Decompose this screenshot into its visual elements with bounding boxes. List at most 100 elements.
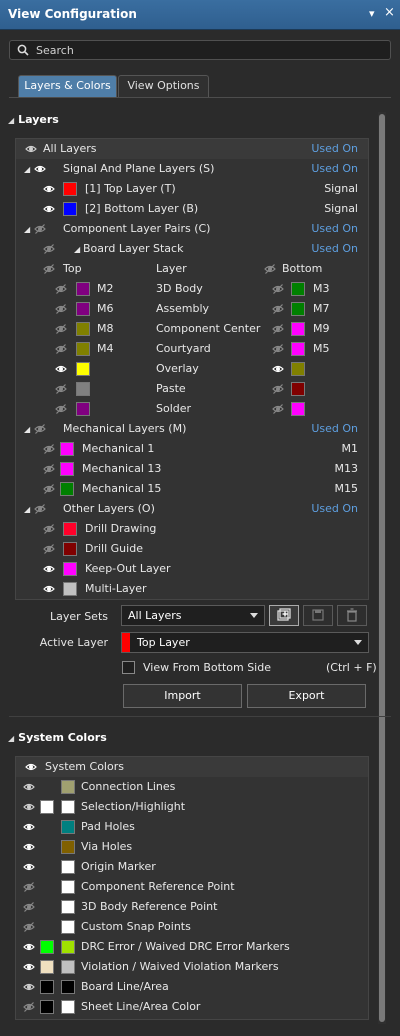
primary-color-swatch[interactable]	[40, 1000, 54, 1014]
top-eye-icon[interactable]	[55, 283, 67, 295]
eye-icon[interactable]	[23, 981, 35, 993]
layer-pair-row[interactable]: Solder	[16, 399, 368, 419]
top-eye-icon[interactable]	[55, 363, 67, 375]
color-swatch[interactable]	[291, 322, 305, 336]
top-eye-icon[interactable]	[43, 263, 55, 275]
color-swatch[interactable]	[291, 402, 305, 416]
secondary-color-swatch[interactable]	[61, 940, 75, 954]
eye-icon[interactable]	[34, 503, 46, 515]
color-swatch[interactable]	[60, 462, 74, 476]
secondary-color-swatch[interactable]	[61, 840, 75, 854]
color-swatch[interactable]	[60, 482, 74, 496]
color-swatch[interactable]	[291, 342, 305, 356]
bottom-eye-icon[interactable]	[272, 343, 284, 355]
eye-icon[interactable]	[23, 881, 35, 893]
collapse-triangle-icon[interactable]: ◢	[74, 245, 80, 254]
system-colors-header-row[interactable]: System Colors	[16, 757, 368, 777]
tab-view-options[interactable]: View Options	[118, 75, 209, 97]
color-swatch[interactable]	[76, 382, 90, 396]
system-color-row[interactable]: Custom Snap Points	[16, 917, 368, 937]
mech-layer-row[interactable]: Mechanical 13 M13	[16, 459, 368, 479]
eye-icon[interactable]	[23, 1001, 35, 1013]
eye-icon[interactable]	[43, 563, 55, 575]
color-swatch[interactable]	[63, 542, 77, 556]
used-on-link[interactable]: Used On	[311, 222, 358, 235]
bottom-eye-icon[interactable]	[272, 403, 284, 415]
system-color-row[interactable]: Board Line/Area	[16, 977, 368, 997]
color-swatch[interactable]	[63, 202, 77, 216]
secondary-color-swatch[interactable]	[61, 880, 75, 894]
system-color-row[interactable]: Connection Lines	[16, 777, 368, 797]
used-on-link[interactable]: Used On	[311, 142, 358, 155]
system-color-row[interactable]: Selection/Highlight	[16, 797, 368, 817]
bottom-eye-icon[interactable]	[272, 323, 284, 335]
top-eye-icon[interactable]	[55, 323, 67, 335]
search-input[interactable]: Search	[9, 40, 391, 60]
bottom-eye-icon[interactable]	[272, 363, 284, 375]
eye-icon[interactable]	[43, 203, 55, 215]
other-layer-row[interactable]: Drill Drawing	[16, 519, 368, 539]
eye-icon[interactable]	[25, 143, 37, 155]
color-swatch[interactable]	[291, 282, 305, 296]
signal-layer-row[interactable]: [2] Bottom Layer (B) Signal	[16, 199, 368, 219]
eye-icon[interactable]	[34, 163, 46, 175]
mech-layer-row[interactable]: Mechanical 1 M1	[16, 439, 368, 459]
delete-layer-set-button[interactable]	[337, 605, 367, 626]
eye-icon[interactable]	[43, 183, 55, 195]
view-from-bottom-checkbox[interactable]	[122, 661, 135, 674]
color-swatch[interactable]	[76, 322, 90, 336]
signal-group-row[interactable]: ◢ Signal And Plane Layers (S) Used On	[16, 159, 368, 179]
eye-icon[interactable]	[23, 841, 35, 853]
layer-pair-row[interactable]: Paste	[16, 379, 368, 399]
primary-color-swatch[interactable]	[40, 980, 54, 994]
used-on-link[interactable]: Used On	[311, 242, 358, 255]
other-layer-row[interactable]: Multi-Layer	[16, 579, 368, 599]
color-swatch[interactable]	[76, 362, 90, 376]
secondary-color-swatch[interactable]	[61, 920, 75, 934]
bottom-eye-icon[interactable]	[272, 383, 284, 395]
used-on-link[interactable]: Used On	[311, 502, 358, 515]
active-layer-dropdown[interactable]: Top Layer	[121, 632, 369, 653]
mech-group-row[interactable]: ◢ Mechanical Layers (M) Used On	[16, 419, 368, 439]
eye-icon[interactable]	[43, 583, 55, 595]
eye-icon[interactable]	[23, 821, 35, 833]
mech-layer-row[interactable]: Mechanical 15 M15	[16, 479, 368, 499]
other-layer-row[interactable]: Keep-Out Layer	[16, 559, 368, 579]
bottom-eye-icon[interactable]	[264, 263, 276, 275]
color-swatch[interactable]	[291, 382, 305, 396]
top-eye-icon[interactable]	[55, 403, 67, 415]
used-on-link[interactable]: Used On	[311, 162, 358, 175]
primary-color-swatch[interactable]	[40, 800, 54, 814]
secondary-color-swatch[interactable]	[61, 860, 75, 874]
eye-icon[interactable]	[43, 243, 55, 255]
top-eye-icon[interactable]	[55, 343, 67, 355]
eye-icon[interactable]	[23, 861, 35, 873]
eye-icon[interactable]	[34, 223, 46, 235]
secondary-color-swatch[interactable]	[61, 820, 75, 834]
primary-color-swatch[interactable]	[40, 940, 54, 954]
primary-color-swatch[interactable]	[40, 960, 54, 974]
top-eye-icon[interactable]	[55, 383, 67, 395]
color-swatch[interactable]	[291, 302, 305, 316]
pairs-group-row[interactable]: ◢ Component Layer Pairs (C) Used On	[16, 219, 368, 239]
eye-icon[interactable]	[43, 443, 55, 455]
collapse-triangle-icon[interactable]: ◢	[24, 505, 30, 514]
color-swatch[interactable]	[76, 402, 90, 416]
system-color-row[interactable]: DRC Error / Waived DRC Error Markers	[16, 937, 368, 957]
eye-icon[interactable]	[43, 543, 55, 555]
system-color-row[interactable]: Sheet Line/Area Color	[16, 997, 368, 1017]
close-icon[interactable]: ×	[384, 5, 395, 20]
layer-pair-row[interactable]: M8 Component Center M9	[16, 319, 368, 339]
bottom-eye-icon[interactable]	[272, 303, 284, 315]
pair-header-row[interactable]: Top Layer Bottom	[16, 259, 368, 279]
eye-icon[interactable]	[23, 901, 35, 913]
system-color-row[interactable]: Pad Holes	[16, 817, 368, 837]
eye-icon[interactable]	[23, 801, 35, 813]
eye-icon[interactable]	[23, 941, 35, 953]
system-color-row[interactable]: Violation / Waived Violation Markers	[16, 957, 368, 977]
color-swatch[interactable]	[63, 522, 77, 536]
color-swatch[interactable]	[291, 362, 305, 376]
save-layer-set-button[interactable]	[303, 605, 333, 626]
layer-pair-row[interactable]: M2 3D Body M3	[16, 279, 368, 299]
system-color-row[interactable]: 3D Body Reference Point	[16, 897, 368, 917]
